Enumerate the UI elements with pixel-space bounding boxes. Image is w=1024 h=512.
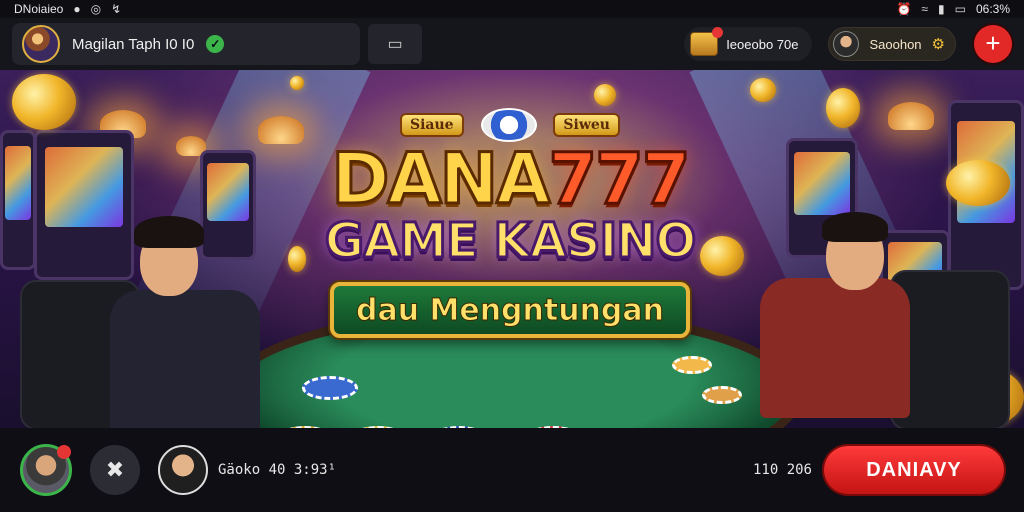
usb-icon: ↯ — [111, 2, 122, 16]
slot-machine — [200, 150, 256, 260]
coin — [826, 88, 860, 128]
count-text: 110 206 — [752, 462, 812, 478]
hero-banner[interactable]: Siaue Siweu DANA777 GAME KASINO dau Meng… — [0, 70, 1024, 428]
alarm-icon: ⏰ — [896, 2, 912, 16]
lamp — [888, 102, 934, 130]
chat-text: Gäoko 40 3:93¹ — [218, 462, 337, 478]
avatar[interactable] — [20, 444, 72, 496]
instagram-icon: ◎ — [90, 2, 102, 16]
slot-machine — [0, 130, 36, 270]
chip — [302, 376, 358, 400]
avatar[interactable] — [158, 445, 208, 495]
coin — [750, 78, 776, 102]
gear-icon: ⚙ — [931, 36, 945, 53]
cast-icon: ▭ — [387, 36, 403, 53]
sign-right: Siweu — [553, 113, 620, 137]
coin — [946, 160, 1010, 206]
profile-pill[interactable]: Magilan Taph I0 I0 ✓ — [12, 23, 360, 65]
status-bar: DNoiaieo ● ◎ ↯ ⏰ ≈ ▮ ▭ 06:3% — [0, 0, 1024, 18]
camera-icon: ● — [73, 2, 81, 16]
battery-icon: ▭ — [954, 2, 966, 16]
slot-screen — [207, 163, 249, 221]
title-main: DANA777 — [300, 141, 720, 218]
status-right: ⏰ ≈ ▮ ▭ 06:3% — [896, 2, 1010, 16]
slot-machine — [34, 130, 134, 280]
chip-stack-icon — [480, 108, 537, 142]
status-left: DNoiaieo ● ◎ ↯ — [14, 2, 121, 16]
cast-button[interactable]: ▭ — [368, 24, 422, 64]
notification-dot — [57, 445, 71, 459]
treasure-chest-icon — [690, 27, 724, 56]
balance-label: Ieoeobo 70e — [726, 36, 799, 52]
add-button[interactable]: + — [974, 25, 1012, 63]
sign-banner: Siaue Siweu — [400, 108, 620, 142]
slot-screen — [44, 147, 124, 227]
player-body — [760, 278, 910, 418]
avatar — [833, 31, 860, 57]
player-hair — [134, 216, 204, 248]
title-block: Siaue Siweu DANA777 GAME KASINO dau Meng… — [300, 100, 720, 370]
check-badge-icon: ✓ — [206, 35, 225, 53]
wrench-icon: ✖ — [105, 457, 125, 482]
profile-name: Magilan Taph I0 I0 — [72, 35, 195, 53]
tagline: dau Mengntungan — [355, 292, 665, 328]
coin — [12, 74, 76, 130]
balance-pill[interactable]: Ieoeobo 70e — [684, 27, 813, 61]
title-dana: DANA — [330, 138, 552, 220]
slot-screen — [5, 146, 31, 221]
session-pill[interactable]: Saoohon ⚙ — [828, 27, 956, 61]
avatar[interactable] — [22, 25, 60, 63]
tools-button[interactable]: ✖ — [90, 445, 140, 495]
title-777: 777 — [547, 138, 692, 220]
sign-left: Siaue — [400, 113, 464, 137]
chip — [702, 386, 742, 404]
tagline-box: dau Mengntungan — [330, 282, 690, 338]
slot-screen — [794, 152, 850, 216]
status-time: 06:3% — [975, 2, 1010, 16]
signal-icon: ▮ — [938, 2, 945, 16]
title-subtitle: GAME KASINO — [323, 213, 698, 270]
cta-button[interactable]: DANIAVY — [824, 446, 1004, 494]
bottom-bar: ✖ Gäoko 40 3:93¹ 110 206 DANIAVY — [0, 428, 1024, 512]
player-hair — [822, 212, 888, 242]
wifi-icon: ≈ — [921, 2, 929, 16]
status-app-label: DNoiaieo — [14, 2, 64, 16]
top-bar: Magilan Taph I0 I0 ✓ ▭ Ieoeobo 70e Saooh… — [0, 18, 1024, 70]
session-label: Saoohon — [869, 36, 922, 52]
player-body — [110, 290, 260, 428]
coin — [290, 76, 304, 90]
plus-icon: + — [985, 28, 1001, 58]
lamp — [258, 116, 304, 144]
